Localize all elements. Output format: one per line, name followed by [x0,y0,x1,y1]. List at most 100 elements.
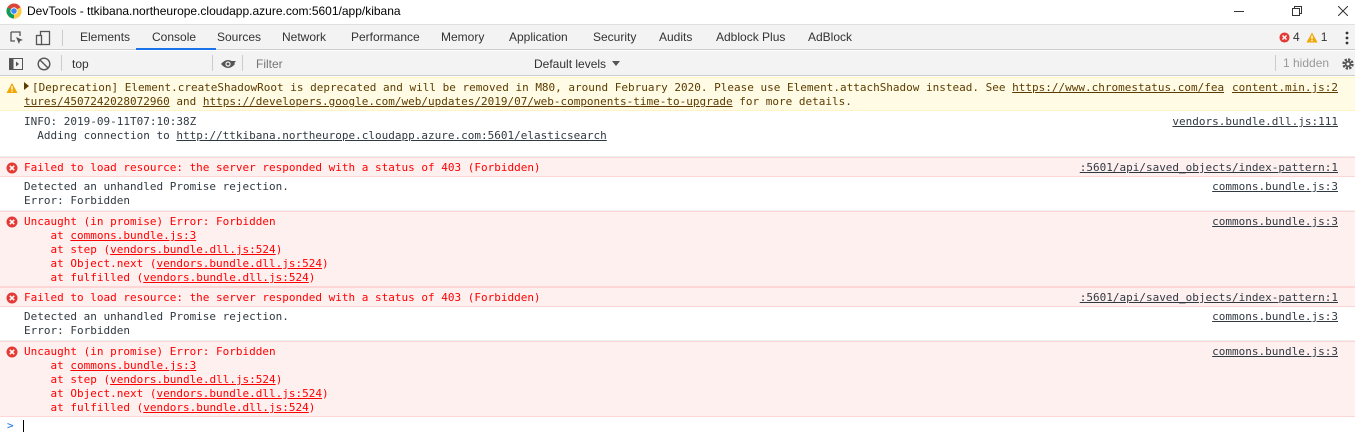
tab-security[interactable]: Security [593,25,636,50]
info-text: INFO: 2019-09-11T07:10:38Z [24,115,197,128]
log-text: Detected an unhandled Promise rejection. [24,180,289,193]
toolbar-divider [1275,55,1276,71]
stack-link[interactable]: commons.bundle.js:3 [70,229,196,242]
close-icon [1338,6,1348,16]
stack-close: ) [308,271,316,284]
stack-link[interactable]: commons.bundle.js:3 [70,359,196,372]
console-messages: [Deprecation] Element.createShadowRoot i… [0,77,1355,417]
context-value: top [72,56,89,71]
error-text: Uncaught (in promise) Error: Forbidden [24,215,276,228]
sidebar-icon [9,57,23,70]
source-link[interactable]: commons.bundle.js:3 [1212,215,1338,229]
sidebar-toggle-button[interactable] [9,55,23,72]
console-prompt[interactable]: > [0,418,1355,433]
stack-frame: fulfilled ( [70,271,144,284]
warning-link[interactable]: tures/4507242028072960 [24,95,170,108]
restore-button[interactable] [1274,0,1320,22]
console-message-error: Failed to load resource: the server resp… [0,157,1355,177]
console-message-error: Uncaught (in promise) Error: Forbidden a… [0,341,1355,417]
warning-text: and [169,95,203,108]
tab-performance[interactable]: Performance [351,25,420,50]
stack-link[interactable]: vendors.bundle.dll.js:524 [143,401,309,414]
chrome-logo-icon [6,3,22,19]
console-message-log: Detected an unhandled Promise rejection.… [0,307,1355,341]
toolbar-divider [62,30,63,46]
filter-input[interactable] [250,54,522,73]
window-titlebar: DevTools - ttkibana.northeurope.cloudapp… [0,0,1355,22]
console-settings-button[interactable] [1341,55,1355,72]
warning-link[interactable]: https://developers.google.com/web/update… [203,95,733,108]
tab-sources[interactable]: Sources [217,25,261,50]
source-link[interactable]: content.min.js:2 [1232,81,1338,95]
stack-frame: fulfilled ( [70,401,144,414]
error-count-icon [1279,31,1290,43]
info-link[interactable]: http://ttkibana.northeurope.cloudapp.azu… [176,129,606,142]
tab-elements[interactable]: Elements [80,25,130,50]
tab-network[interactable]: Network [282,25,326,50]
live-expression-button[interactable] [220,55,236,72]
clear-console-button[interactable] [37,55,51,72]
log-text: Error: Forbidden [24,194,130,207]
source-link[interactable]: commons.bundle.js:3 [1212,180,1338,194]
tab-memory[interactable]: Memory [441,25,484,50]
warning-link[interactable]: https://www.chromestatus.com/fea [1012,81,1224,94]
stack-link[interactable]: vendors.bundle.dll.js:524 [156,387,322,400]
log-text: Detected an unhandled Promise rejection. [24,310,289,323]
source-link[interactable]: commons.bundle.js:3 [1212,310,1338,324]
minimize-icon [1234,11,1244,12]
source-link[interactable]: :5601/api/saved_objects/index-pattern:1 [1080,291,1338,305]
tab-adblock-plus[interactable]: Adblock Plus [716,25,785,50]
window-title: DevTools - ttkibana.northeurope.cloudapp… [27,4,401,18]
error-icon [6,346,18,358]
stack-close: ) [308,401,316,414]
tab-console[interactable]: Console [152,25,196,50]
warning-count-icon [1306,32,1318,42]
error-icon [6,162,18,174]
stack-at: at [24,359,71,372]
console-message-log: Detected an unhandled Promise rejection.… [0,177,1355,211]
chevron-down-icon [612,61,621,66]
stack-at: at [24,243,71,256]
console-message-info: INFO: 2019-09-11T07:10:38Z Adding connec… [0,111,1355,157]
close-window-button[interactable] [1320,0,1355,22]
source-link[interactable]: :5601/api/saved_objects/index-pattern:1 [1080,161,1338,175]
tab-application[interactable]: Application [509,25,568,50]
minimize-button[interactable] [1216,0,1262,22]
stack-close: ) [322,387,329,400]
error-text: Uncaught (in promise) Error: Forbidden [24,345,276,358]
log-levels-label: Default levels [534,56,607,71]
error-icon [6,216,18,228]
stack-close: ) [275,243,283,256]
tab-audits[interactable]: Audits [659,25,692,50]
source-link[interactable]: commons.bundle.js:3 [1212,345,1338,359]
stack-link[interactable]: vendors.bundle.dll.js:524 [110,243,276,256]
more-options-icon[interactable] [1341,29,1353,47]
warning-count: 1 [1320,30,1328,44]
issue-counts[interactable]: 4 1 [1279,30,1327,44]
log-levels-dropdown[interactable]: Default levels [534,54,621,73]
context-selector[interactable]: top [66,54,242,73]
error-icon [6,292,18,304]
expand-triangle-icon[interactable] [24,82,29,90]
stack-link[interactable]: vendors.bundle.dll.js:524 [143,271,309,284]
stack-at: at [24,229,71,242]
stack-at: at [24,257,71,270]
stack-at: at [24,271,71,284]
stack-link[interactable]: vendors.bundle.dll.js:524 [156,257,322,270]
prompt-chevron-icon: > [7,419,14,432]
warning-icon [6,83,18,93]
restore-icon [1292,6,1302,16]
tab-adblock[interactable]: AdBlock [808,25,852,50]
toolbar-divider [212,55,213,71]
stack-close: ) [322,257,329,270]
console-message-warning: [Deprecation] Element.createShadowRoot i… [0,77,1355,111]
eye-icon [221,59,235,68]
stack-frame: Object.next ( [70,257,157,270]
device-toolbar-button[interactable] [34,29,52,47]
toolbar-divider [61,55,62,71]
inspect-element-button[interactable] [8,29,26,47]
source-link[interactable]: vendors.bundle.dll.js:111 [1172,115,1338,129]
warning-text: for more details. [732,95,852,108]
inspect-cursor-icon [10,31,23,44]
stack-link[interactable]: vendors.bundle.dll.js:524 [110,373,276,386]
